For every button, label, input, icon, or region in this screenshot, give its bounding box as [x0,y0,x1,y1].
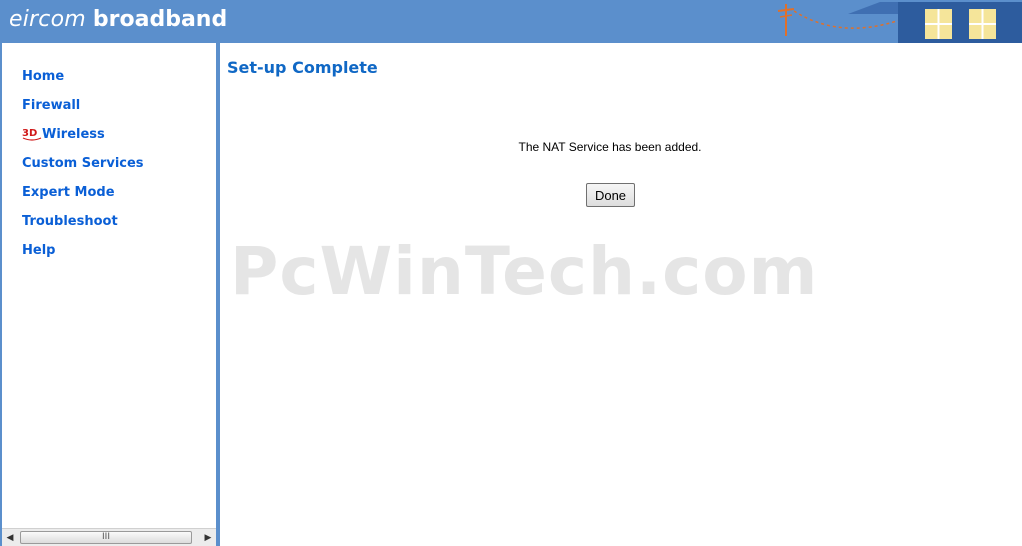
brand-bold: broadband [92,7,228,32]
page-title: Set-up Complete [227,58,378,77]
brand-logo: eircom broadband [9,6,227,34]
3d-badge-icon: 3D [22,128,42,141]
house-illustration [777,2,1022,43]
brand-light: eircom [9,7,86,32]
scrollbar-thumb[interactable]: III [20,531,192,544]
done-button[interactable]: Done [586,183,635,207]
nav-item-firewall[interactable]: Firewall [22,95,80,115]
horizontal-scrollbar[interactable]: ◀ III ▶ [2,528,216,546]
nav-item-label: Troubleshoot [22,213,118,229]
nav-item-label: Expert Mode [22,184,115,200]
nav-item-label: Firewall [22,97,81,113]
nav-item-troubleshoot[interactable]: Troubleshoot [22,211,118,231]
scroll-left-arrow-icon[interactable]: ◀ [5,532,15,544]
nav-item-expert-mode[interactable]: Expert Mode [22,182,115,202]
nav-item-label: Help [22,242,56,258]
svg-text:3D: 3D [22,128,37,139]
nav-item-custom-services[interactable]: Custom Services [22,153,144,173]
nav-item-label: Wireless [42,126,105,142]
nav-item-wireless[interactable]: 3D Wireless [22,124,105,144]
main-content: PcWinTech.com Set-up Complete The NAT Se… [220,43,1022,546]
watermark: PcWinTech.com [230,233,819,310]
nav-item-label: Custom Services [22,155,144,171]
nav-item-label: Home [22,68,65,84]
header-banner: eircom broadband [0,0,1022,43]
scroll-right-arrow-icon[interactable]: ▶ [203,532,213,544]
scrollbar-grip: III [102,532,110,542]
nav-item-help[interactable]: Help [22,240,55,260]
nav-item-home[interactable]: Home [22,66,64,86]
sidebar-nav: Home Firewall 3D Wireless Custom Service… [0,43,216,546]
status-message: The NAT Service has been added. [518,140,702,154]
